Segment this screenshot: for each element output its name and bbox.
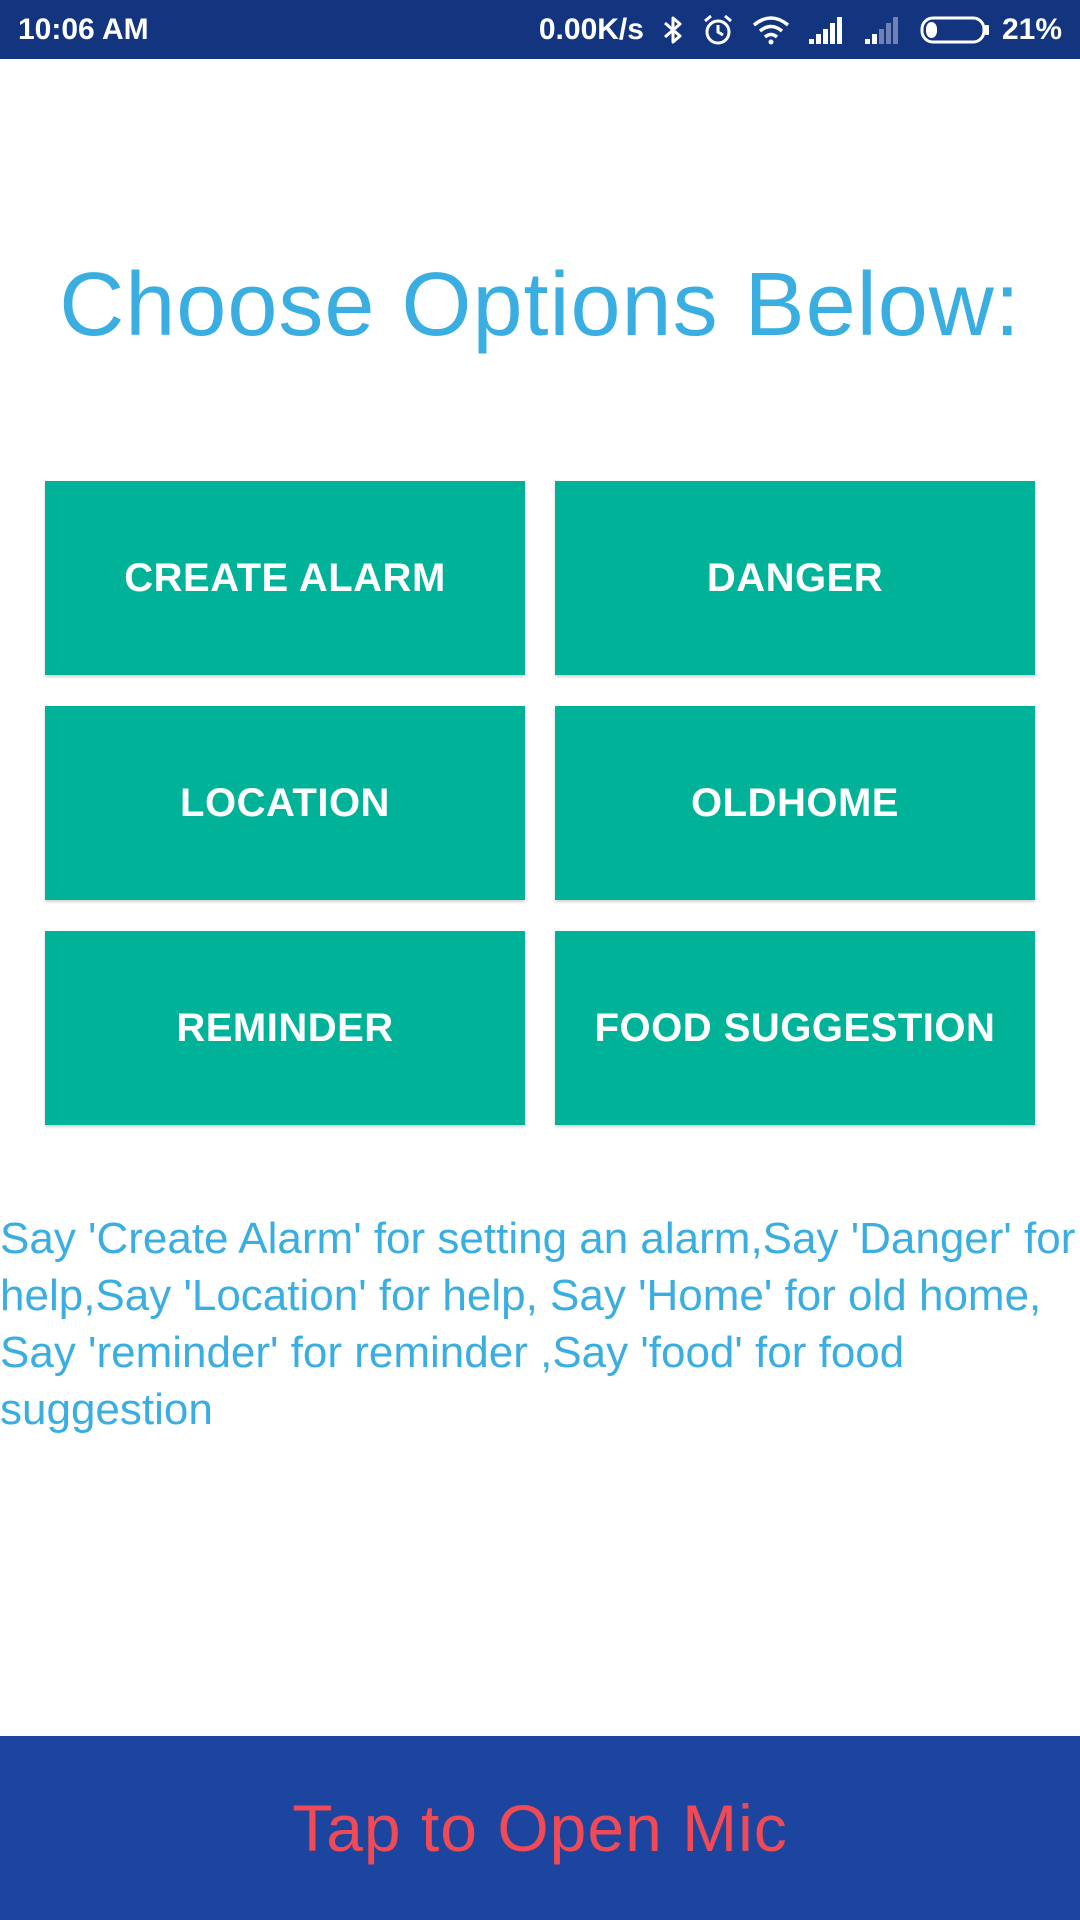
food-suggestion-button[interactable]: FOOD SUGGESTION — [555, 931, 1035, 1125]
signal-weak-icon — [864, 12, 902, 48]
open-mic-label: Tap to Open Mic — [292, 1791, 788, 1865]
signal-icon — [808, 12, 846, 48]
network-speed: 0.00K/s — [538, 12, 644, 46]
create-alarm-button[interactable]: CREATE ALARM — [45, 481, 525, 675]
status-right: 0.00K/s 21% — [539, 12, 1062, 48]
app-screen: 10:06 AM 0.00K/s 21% Choose Options Belo… — [0, 0, 1080, 1920]
open-mic-button[interactable]: Tap to Open Mic — [0, 1736, 1080, 1920]
page-title: Choose Options Below: — [59, 255, 1021, 355]
alarm-clock-icon — [702, 12, 734, 48]
options-grid: CREATE ALARM DANGER LOCATION OLDHOME REM… — [45, 481, 1035, 1125]
status-left: 10:06 AM — [18, 13, 149, 47]
instructions-text: Say 'Create Alarm' for setting an alarm,… — [0, 1214, 1076, 1434]
danger-button[interactable]: DANGER — [555, 481, 1035, 675]
bluetooth-icon — [662, 12, 684, 48]
wifi-icon — [752, 12, 790, 48]
battery-percent: 21% — [1001, 12, 1062, 46]
battery-icon — [920, 12, 992, 48]
status-time: 10:06 AM — [18, 12, 149, 46]
status-bar: 10:06 AM 0.00K/s 21% — [0, 0, 1080, 59]
oldhome-button[interactable]: OLDHOME — [555, 706, 1035, 900]
location-button[interactable]: LOCATION — [45, 706, 525, 900]
reminder-button[interactable]: REMINDER — [45, 931, 525, 1125]
battery-indicator: 21% — [920, 12, 1062, 48]
